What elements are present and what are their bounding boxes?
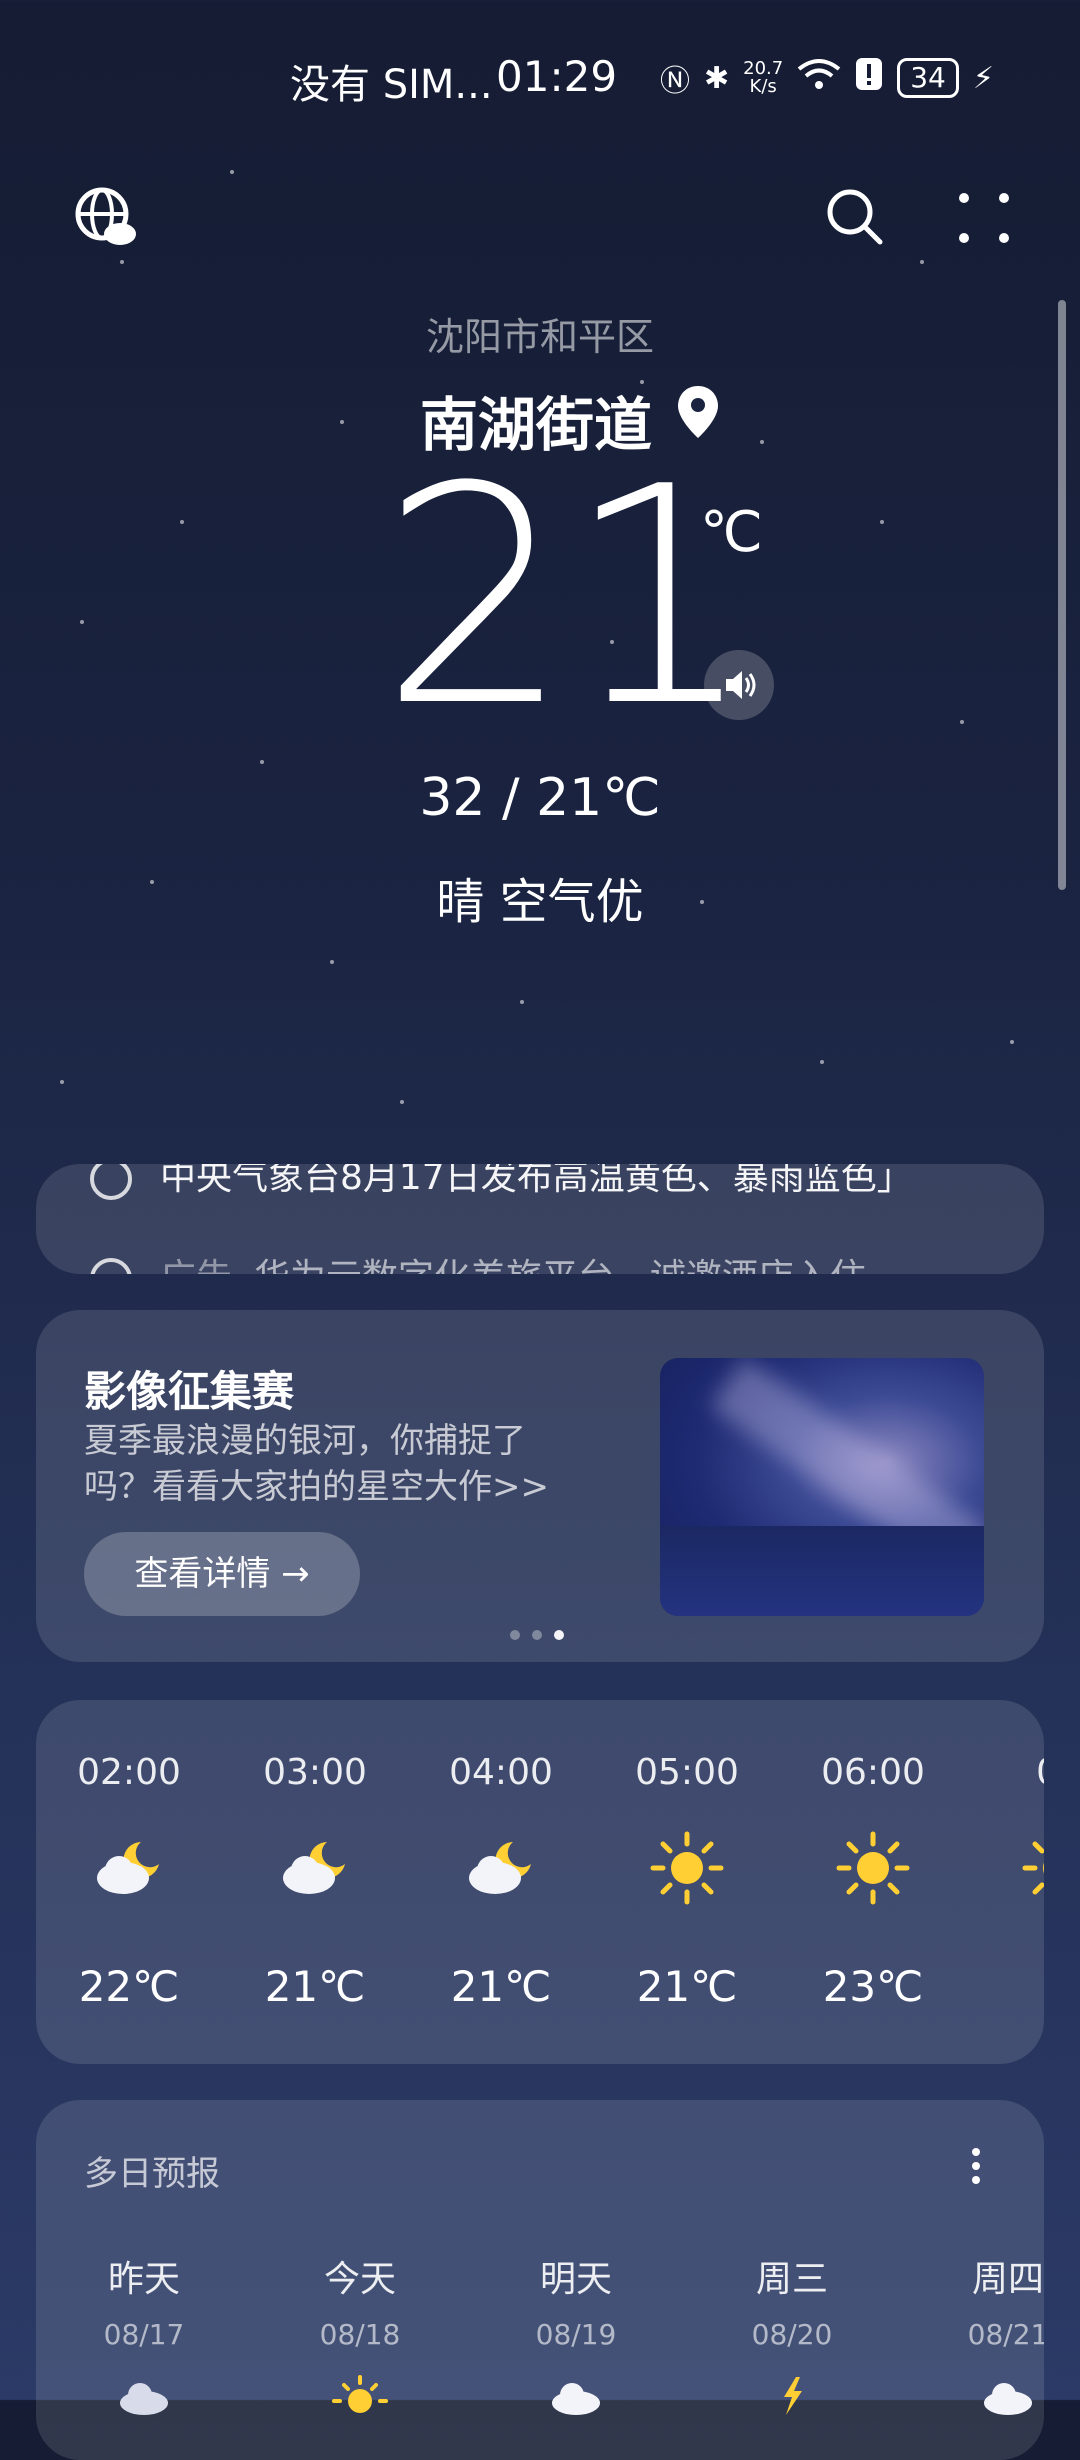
promo-description: 夏季最浪漫的银河，你捕捉了吗？看看大家拍的星空大作>>	[84, 1421, 549, 1507]
thunder-icon	[784, 2377, 802, 2415]
day-date: 08/18	[319, 2318, 401, 2351]
promo-card[interactable]: 影像征集赛 夏季最浪漫的银河，你捕捉了吗？看看大家拍的星空大作>> 查看详情 →	[36, 1310, 1044, 1662]
status-bar: 没有 SIM... 01:29 Ⓝ ✱ 20.7 K/s 34 ⚡	[0, 52, 1080, 112]
day-name: 昨天	[107, 2259, 180, 2300]
temperature-unit: ℃	[700, 500, 763, 565]
carousel-dot	[532, 1630, 542, 1640]
sun-icon	[1022, 1841, 1044, 1895]
hour-time: 03:00	[263, 1752, 367, 1793]
wifi-icon	[797, 57, 841, 99]
temperature-range: 32 / 21℃	[419, 768, 661, 828]
ad-item[interactable]: 广告 华为云数字化差旅平台，诚邀酒店入住	[90, 1248, 866, 1274]
more-options-button[interactable]	[958, 192, 1010, 244]
ad-text: 华为云数字化差旅平台，诚邀酒店入住	[254, 1257, 866, 1274]
hour-temperature: 22℃	[78, 1962, 180, 2011]
day-name: 今天	[323, 2259, 396, 2300]
milky-way-image	[660, 1358, 984, 1616]
day-date: 08/17	[103, 2318, 185, 2351]
district-label: 沈阳市和平区	[425, 315, 654, 359]
day-date: 08/20	[751, 2318, 833, 2351]
promo-title: 影像征集赛	[84, 1367, 295, 1416]
day-date: 08/19	[535, 2318, 617, 2351]
ad-icon	[90, 1258, 132, 1274]
day-date: 08/21	[967, 2318, 1044, 2351]
hour-item: 03:00 21℃	[222, 1700, 408, 2064]
sun-icon	[836, 1831, 910, 1905]
bluetooth-icon: ✱	[704, 60, 730, 96]
carousel-dot	[510, 1630, 520, 1640]
speaker-icon	[726, 671, 756, 699]
battery-indicator: 34	[897, 58, 959, 98]
day-item[interactable]: 今天 08/18	[270, 2250, 450, 2419]
hour-item: 06:00 23℃	[780, 1700, 966, 2064]
status-icons: Ⓝ ✱ 20.7 K/s 34 ⚡	[660, 56, 994, 100]
search-button[interactable]	[824, 186, 884, 246]
hour-item: 02:00 22℃	[36, 1700, 222, 2064]
day-name: 周四	[971, 2259, 1044, 2300]
daily-forecast-title: 多日预报	[84, 2154, 220, 2194]
nfc-icon: Ⓝ	[660, 64, 690, 99]
view-details-button[interactable]: 查看详情 →	[84, 1532, 360, 1616]
hour-item: 07 2	[966, 1700, 1044, 2064]
network-speed-unit: K/s	[749, 76, 777, 97]
cloud-icon	[120, 2383, 168, 2415]
hour-item: 05:00 21℃	[594, 1700, 780, 2064]
day-item[interactable]: 周四 08/21	[918, 2250, 1044, 2419]
hour-time: 05:00	[635, 1752, 739, 1793]
day-name: 明天	[539, 2259, 612, 2300]
hour-item: 04:00 21℃	[408, 1700, 594, 2064]
search-icon	[827, 189, 883, 245]
globe-cloud-icon	[75, 187, 136, 245]
alert-ticker-card[interactable]: 中央气象台8月17日发布高温黄色、暴雨蓝色」 广告 华为云数字化差旅平台，诚邀酒店…	[36, 1164, 1044, 1274]
carrier-label: 没有 SIM...	[290, 62, 493, 108]
voice-broadcast-button[interactable]	[704, 650, 774, 720]
sun-icon	[650, 1831, 724, 1905]
charging-icon: ⚡	[972, 60, 994, 96]
clock: 01:29	[496, 52, 618, 101]
moon-cloud-icon	[469, 1842, 531, 1894]
ad-tag: 广告	[160, 1257, 232, 1274]
scrollbar[interactable]	[1058, 300, 1066, 890]
more-vertical-icon	[972, 2148, 980, 2184]
network-speed: 20.7 K/s	[743, 60, 783, 96]
hourly-forecast-card[interactable]: 02:00 22℃ 03:00 21℃ 04:00 21℃ 05:00 21℃ …	[36, 1700, 1044, 2064]
hour-temperature: 23℃	[822, 1962, 924, 2011]
cloud-icon	[552, 2383, 600, 2415]
hour-time: 07	[966, 1752, 1044, 1793]
alert-text: 中央气象台8月17日发布高温黄色、暴雨蓝色」	[160, 1164, 913, 1198]
weather-condition: 晴 空气优	[436, 874, 644, 930]
moon-cloud-icon	[97, 1842, 159, 1894]
hour-temperature: 21℃	[450, 1962, 552, 2011]
hour-temperature: 21℃	[636, 1962, 738, 2011]
sun-icon	[332, 2375, 388, 2413]
hour-time: 02:00	[77, 1752, 181, 1793]
cloud-icon	[984, 2383, 1032, 2415]
hour-temperature: 21℃	[264, 1962, 366, 2011]
warning-icon	[90, 1164, 132, 1200]
hour-time: 04:00	[449, 1752, 553, 1793]
daily-more-button[interactable]	[956, 2142, 996, 2190]
carousel-dots	[510, 1630, 564, 1640]
day-item[interactable]: 周三 08/20	[702, 2250, 882, 2419]
alert-item[interactable]: 中央气象台8月17日发布高温黄色、暴雨蓝色」	[90, 1164, 913, 1200]
day-name: 周三	[755, 2259, 828, 2300]
moon-cloud-icon	[283, 1842, 345, 1894]
day-item[interactable]: 明天 08/19	[486, 2250, 666, 2419]
hour-temperature: 2	[966, 1962, 1044, 2011]
daily-forecast-card[interactable]: 多日预报 昨天 08/17 今天 08/18 明天 08/19 周三 08/20…	[36, 2100, 1044, 2460]
carousel-dot-active	[554, 1630, 564, 1640]
grid-dots-icon	[959, 193, 1009, 243]
world-weather-button[interactable]	[74, 186, 138, 250]
hour-time: 06:00	[821, 1752, 925, 1793]
current-temperature: 21	[380, 423, 756, 772]
day-item[interactable]: 昨天 08/17	[54, 2250, 234, 2419]
alert-icon	[855, 57, 883, 99]
